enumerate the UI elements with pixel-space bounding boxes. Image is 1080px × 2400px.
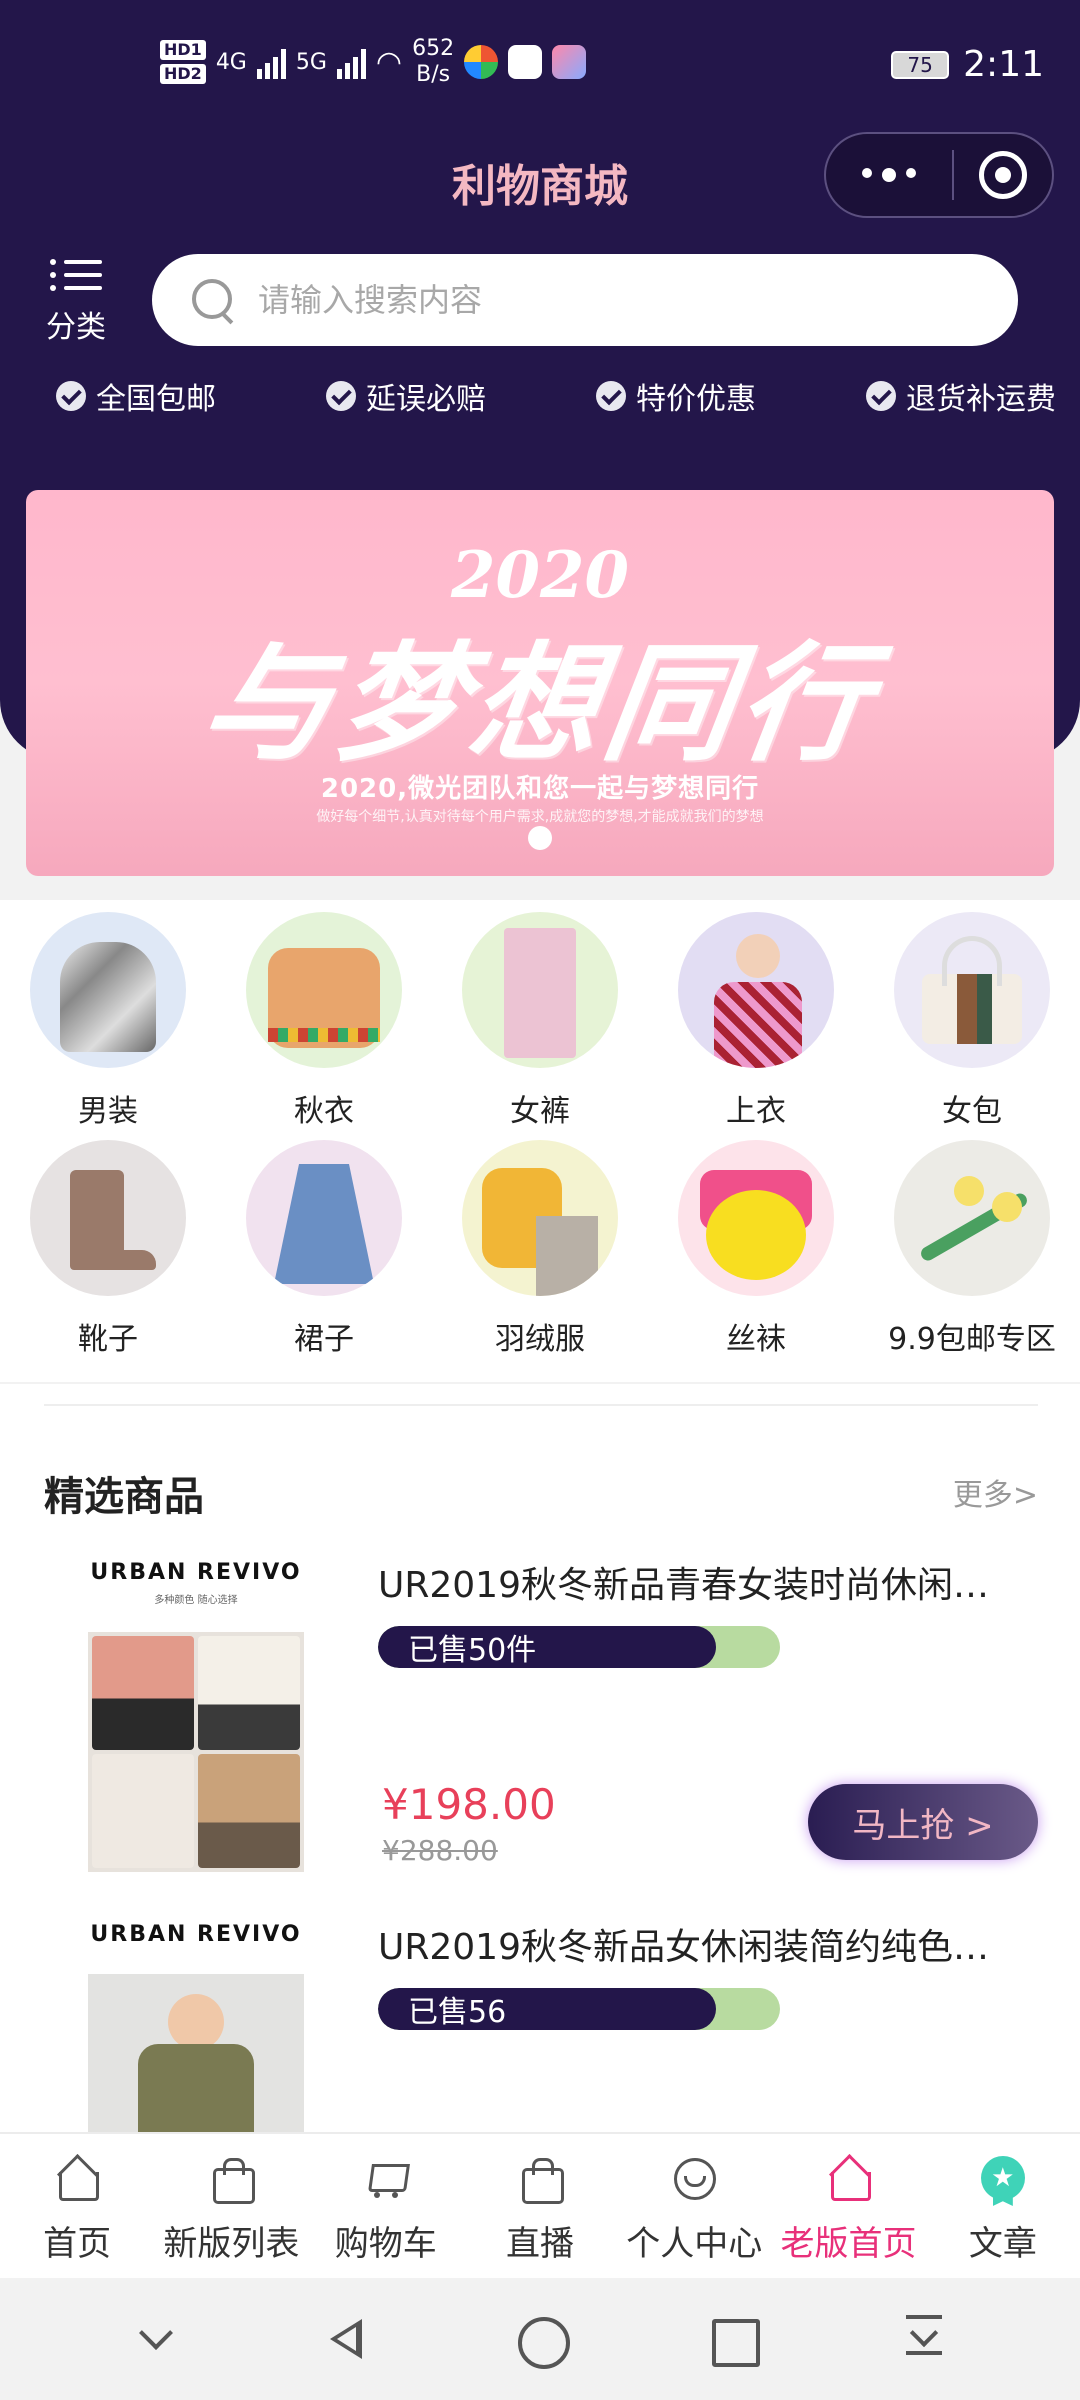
bag-icon — [209, 2156, 256, 2204]
chevron-down-icon[interactable] — [126, 2309, 186, 2369]
check-icon — [596, 381, 626, 411]
category-image — [30, 1140, 186, 1296]
original-price: ¥288.00 — [382, 1834, 498, 1867]
sina-icon — [508, 45, 543, 79]
battery-icon: 75 — [891, 50, 950, 79]
featured-section: 精选商品 更多> URBAN REVIVO 多种颜色 随心选择 UR2019秋冬… — [0, 1384, 1080, 2144]
search-bar[interactable] — [152, 254, 1018, 346]
category-image — [678, 1140, 834, 1296]
carousel-indicator[interactable] — [528, 826, 552, 850]
network-speed: 652 B/s — [412, 36, 455, 87]
list-icon — [50, 260, 102, 290]
buy-now-button[interactable]: 马上抢 > — [808, 1784, 1038, 1860]
mini-program-capsule — [824, 132, 1054, 218]
network-type-2: 5G — [295, 49, 327, 75]
category-grid: 男装 秋衣 女裤 上衣 女包 靴子 裙子 羽绒服 丝袜 9.9包邮专区 — [0, 900, 1080, 1382]
promo-banner[interactable]: 2020 与梦想同行 2020,微光团队和您一起与梦想同行 做好每个细节,认真对… — [26, 490, 1054, 876]
check-icon — [866, 381, 896, 411]
section-heading: 精选商品 — [44, 1474, 204, 1520]
category-item[interactable]: 羽绒服 — [440, 1140, 640, 1358]
clock: 2:11 — [963, 44, 1044, 85]
category-item[interactable]: 裙子 — [224, 1140, 424, 1358]
app-notification-icon — [552, 45, 587, 79]
category-item[interactable]: 女包 — [872, 912, 1072, 1130]
category-item[interactable]: 秋衣 — [224, 912, 424, 1130]
hd-indicator: HD1 HD2 — [160, 40, 206, 84]
system-nav-bar — [0, 2278, 1080, 2400]
category-image — [894, 1140, 1050, 1296]
notification-pull-icon[interactable] — [894, 2309, 954, 2369]
category-item[interactable]: 9.9包邮专区 — [872, 1140, 1072, 1358]
banner-subline: 2020,微光团队和您一起与梦想同行 — [320, 774, 760, 804]
category-button[interactable]: 分类 — [44, 254, 108, 346]
tab-old-home[interactable]: 老版首页 — [771, 2134, 925, 2278]
back-icon[interactable] — [318, 2309, 378, 2369]
category-image — [246, 912, 402, 1068]
service-guarantees: 全国包邮 延误必赔 特价优惠 退货补运费 — [0, 374, 1080, 418]
home-icon — [55, 2156, 100, 2201]
guarantee-item: 延误必赔 — [326, 374, 486, 418]
category-image — [462, 1140, 618, 1296]
app-notification-icon — [464, 45, 499, 79]
recents-square-icon[interactable] — [702, 2309, 762, 2369]
divider — [44, 1404, 1038, 1406]
product-image: URBAN REVIVO 多种颜色 随心选择 — [88, 1552, 304, 1882]
guarantee-item: 特价优惠 — [596, 374, 756, 418]
cart-icon — [364, 2156, 408, 2200]
category-image — [678, 912, 834, 1068]
status-bar: HD1 HD2 4G 5G ◠ 652 B/s 75 2:11 — [0, 0, 1080, 130]
category-image — [894, 912, 1050, 1068]
category-image — [30, 912, 186, 1068]
search-icon — [192, 279, 234, 321]
guarantee-item: 全国包邮 — [56, 374, 216, 418]
sales-progress-fill: 已售50件 — [378, 1626, 716, 1668]
more-icon[interactable] — [826, 168, 952, 182]
category-image — [246, 1140, 402, 1296]
tab-profile[interactable]: 个人中心 — [617, 2134, 771, 2278]
search-input[interactable] — [258, 281, 858, 319]
tab-home[interactable]: 首页 — [0, 2134, 154, 2278]
signal-icon — [336, 45, 366, 79]
more-link[interactable]: 更多> — [953, 1470, 1038, 1514]
tab-articles[interactable]: 文章 — [926, 2134, 1080, 2278]
category-item[interactable]: 上衣 — [656, 912, 856, 1130]
product-card[interactable]: URBAN REVIVO 多种颜色 随心选择 UR2019秋冬新品青春女装时尚休… — [0, 1552, 1080, 1882]
home-circle-icon[interactable] — [510, 2309, 570, 2369]
tab-new-list[interactable]: 新版列表 — [154, 2134, 308, 2278]
banner-tiny-text: 做好每个细节,认真对待每个用户需求,成就您的梦想,才能成就我们的梦想 — [316, 809, 764, 825]
sales-progress: 已售50件 — [378, 1626, 780, 1668]
product-title: UR2019秋冬新品青春女装时尚休闲… — [378, 1565, 989, 1606]
network-type-1: 4G — [215, 49, 247, 75]
close-target-icon[interactable] — [954, 151, 1052, 199]
wifi-icon: ◠ — [375, 44, 403, 80]
category-item[interactable]: 男装 — [8, 912, 208, 1130]
signal-icon — [256, 45, 286, 79]
live-icon — [518, 2156, 564, 2204]
check-icon — [56, 381, 86, 411]
product-price: ¥198.00 — [382, 1780, 556, 1829]
guarantee-item: 退货补运费 — [866, 374, 1056, 418]
sales-progress-fill: 已售56 — [378, 1988, 716, 2030]
category-image — [462, 912, 618, 1068]
tab-cart[interactable]: 购物车 — [309, 2134, 463, 2278]
category-item[interactable]: 靴子 — [8, 1140, 208, 1358]
star-badge-icon — [980, 2156, 1025, 2200]
tab-live[interactable]: 直播 — [463, 2134, 617, 2278]
product-title: UR2019秋冬新品女休闲装简约纯色… — [378, 1927, 989, 1968]
banner-headline: 与梦想同行 — [192, 629, 884, 779]
sales-progress: 已售56 — [378, 1988, 780, 2030]
category-item[interactable]: 女裤 — [440, 912, 640, 1130]
check-icon — [326, 381, 356, 411]
home-icon — [827, 2156, 871, 2201]
face-icon — [672, 2156, 717, 2200]
category-item[interactable]: 丝袜 — [656, 1140, 856, 1358]
bottom-tab-bar: 首页 新版列表 购物车 直播 个人中心 老版首页 文章 — [0, 2132, 1080, 2278]
